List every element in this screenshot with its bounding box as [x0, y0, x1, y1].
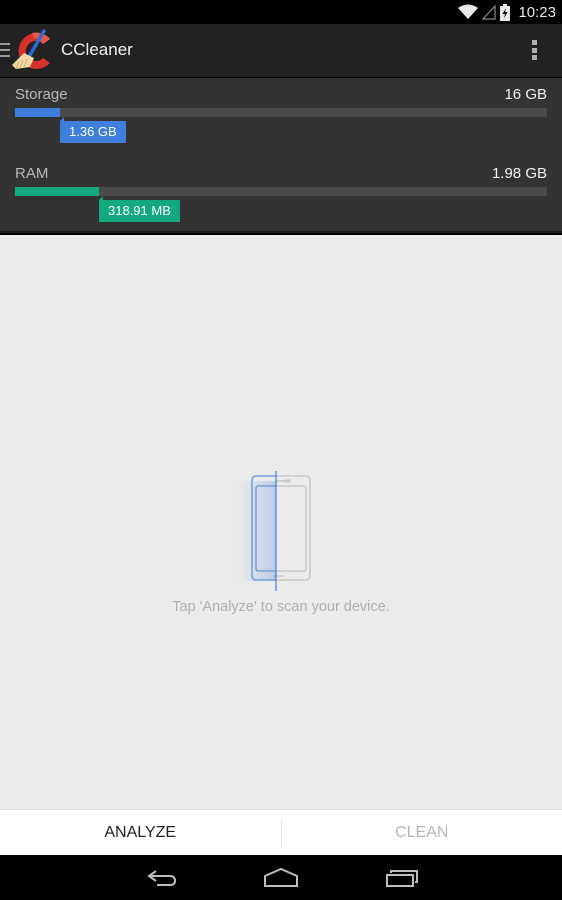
- usage-panel: Storage 16 GB 1.36 GB RAM 1.98 GB 318.91…: [0, 78, 562, 233]
- status-bar: 10:23: [0, 0, 562, 24]
- menu-icon[interactable]: [0, 43, 10, 57]
- clean-button[interactable]: CLEAN: [282, 810, 562, 855]
- signal-icon: [482, 4, 497, 20]
- app-title: CCleaner: [61, 40, 133, 59]
- battery-charging-icon: [500, 3, 511, 21]
- ccleaner-logo-icon[interactable]: [10, 29, 58, 73]
- ram-label: RAM: [15, 165, 49, 182]
- home-icon[interactable]: [262, 865, 302, 891]
- storage-used-badge: 1.36 GB: [60, 117, 126, 143]
- ram-bar-fill: [15, 187, 99, 196]
- back-icon[interactable]: [142, 865, 182, 891]
- storage-label: Storage: [15, 86, 68, 103]
- action-bar: CCleaner: [0, 24, 562, 77]
- ram-total: 1.98 GB: [491, 165, 547, 182]
- status-time: 10:23: [518, 3, 556, 21]
- recents-icon[interactable]: [382, 865, 422, 891]
- analyze-button[interactable]: ANALYZE: [0, 810, 281, 855]
- storage-usage: Storage 16 GB 1.36 GB: [15, 84, 547, 146]
- status-icons: 10:23: [458, 0, 556, 24]
- wifi-icon: [458, 4, 479, 19]
- bottom-action-bar: ANALYZE CLEAN: [0, 809, 562, 855]
- system-nav-bar: [0, 855, 562, 900]
- ram-used-badge: 318.91 MB: [99, 196, 180, 222]
- ram-usage: RAM 1.98 GB 318.91 MB: [15, 163, 547, 225]
- device-scan-icon: [238, 471, 311, 591]
- ram-bar-track: [15, 187, 547, 196]
- main-content: Tap 'Analyze' to scan your device.: [0, 235, 562, 809]
- scan-hint-text: Tap 'Analyze' to scan your device.: [172, 599, 390, 615]
- storage-total: 16 GB: [504, 86, 547, 103]
- overflow-menu-icon[interactable]: [526, 38, 542, 62]
- storage-bar-track: [15, 108, 547, 117]
- storage-bar-fill: [15, 108, 60, 117]
